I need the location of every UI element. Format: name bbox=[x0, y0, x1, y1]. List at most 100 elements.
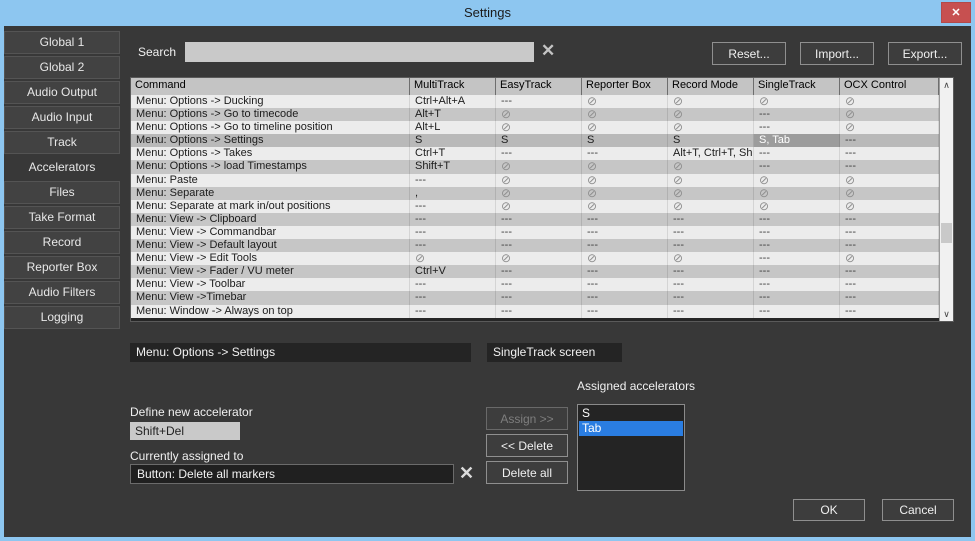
accelerator-cell[interactable]: --- bbox=[582, 147, 668, 160]
accelerator-cell[interactable]: --- bbox=[668, 291, 754, 304]
accelerator-cell[interactable]: Alt+L bbox=[410, 121, 496, 134]
accelerator-cell[interactable]: --- bbox=[754, 252, 840, 265]
accelerator-cell[interactable]: --- bbox=[582, 291, 668, 304]
table-row[interactable]: Menu: View -> Commandbar----------------… bbox=[131, 226, 953, 239]
accelerator-cell[interactable]: ⊘ bbox=[582, 95, 668, 108]
accelerator-cell[interactable]: --- bbox=[754, 121, 840, 134]
accelerator-cell[interactable]: --- bbox=[582, 265, 668, 278]
sidebar-item-take-format[interactable]: Take Format bbox=[4, 206, 120, 229]
accelerator-cell[interactable]: --- bbox=[496, 278, 582, 291]
accelerator-cell[interactable]: Ctrl+T bbox=[410, 147, 496, 160]
ok-button[interactable]: OK bbox=[793, 499, 865, 521]
accelerator-cell[interactable]: --- bbox=[754, 239, 840, 252]
assign-button[interactable]: Assign >> bbox=[486, 407, 568, 430]
accelerator-cell[interactable]: --- bbox=[668, 278, 754, 291]
titlebar[interactable]: Settings ✕ bbox=[0, 0, 975, 26]
accelerator-cell[interactable]: ⊘ bbox=[840, 108, 939, 121]
accelerator-cell[interactable]: S bbox=[496, 134, 582, 147]
accelerator-cell[interactable]: ⊘ bbox=[582, 252, 668, 265]
table-row[interactable]: Menu: Separate at mark in/out positions-… bbox=[131, 200, 953, 213]
clear-assigned-icon[interactable]: ✕ bbox=[459, 463, 474, 484]
accelerator-item[interactable]: S bbox=[579, 406, 683, 421]
accelerator-cell[interactable]: --- bbox=[496, 95, 582, 108]
accelerator-cell[interactable]: --- bbox=[582, 213, 668, 226]
table-row[interactable]: Menu: View -> Clipboard-----------------… bbox=[131, 213, 953, 226]
accelerator-cell[interactable]: --- bbox=[754, 108, 840, 121]
accelerator-cell[interactable]: --- bbox=[496, 239, 582, 252]
table-row[interactable]: Menu: Separate,⊘⊘⊘⊘⊘ bbox=[131, 187, 953, 200]
search-clear-icon[interactable]: ✕ bbox=[541, 41, 555, 61]
table-row[interactable]: Menu: Options -> Go to timecodeAlt+T⊘⊘⊘-… bbox=[131, 108, 953, 121]
accelerator-cell[interactable]: ⊘ bbox=[668, 174, 754, 187]
sidebar-item-global-1[interactable]: Global 1 bbox=[4, 31, 120, 54]
table-row[interactable]: Menu: Options -> Go to timeline position… bbox=[131, 121, 953, 134]
accelerator-cell[interactable]: Ctrl+V bbox=[410, 265, 496, 278]
command-cell[interactable]: Menu: View -> Commandbar bbox=[131, 226, 410, 239]
sidebar-item-audio-output[interactable]: Audio Output bbox=[4, 81, 120, 104]
command-cell[interactable]: Menu: View -> Toolbar bbox=[131, 278, 410, 291]
column-header-singletrack[interactable]: SingleTrack bbox=[754, 78, 840, 95]
accelerator-cell[interactable]: --- bbox=[410, 213, 496, 226]
accelerator-cell[interactable]: S bbox=[410, 134, 496, 147]
accelerator-cell[interactable]: ⊘ bbox=[582, 160, 668, 173]
command-cell[interactable]: Menu: Separate at mark in/out positions bbox=[131, 200, 410, 213]
accelerator-cell[interactable]: ⊘ bbox=[496, 252, 582, 265]
accelerator-cell[interactable]: --- bbox=[840, 160, 939, 173]
accelerator-cell[interactable]: ⊘ bbox=[496, 121, 582, 134]
table-row[interactable]: Menu: Options -> TakesCtrl+T------Alt+T,… bbox=[131, 147, 953, 160]
accelerator-cell[interactable]: --- bbox=[840, 134, 939, 147]
accelerator-cell[interactable]: --- bbox=[840, 305, 939, 318]
accelerator-cell[interactable]: --- bbox=[582, 278, 668, 291]
accelerator-cell[interactable]: --- bbox=[582, 239, 668, 252]
reset-button[interactable]: Reset... bbox=[712, 42, 786, 65]
accelerator-cell[interactable]: ⊘ bbox=[496, 174, 582, 187]
command-cell[interactable]: Menu: View -> Clipboard bbox=[131, 213, 410, 226]
accelerator-cell[interactable]: --- bbox=[410, 200, 496, 213]
accelerator-cell[interactable]: --- bbox=[582, 226, 668, 239]
accelerator-cell[interactable]: S bbox=[668, 134, 754, 147]
command-cell[interactable]: Menu: Options -> Settings bbox=[131, 134, 410, 147]
command-cell[interactable]: Menu: View -> Edit Tools bbox=[131, 252, 410, 265]
accelerator-cell[interactable]: ⊘ bbox=[754, 200, 840, 213]
table-scrollbar[interactable]: ∧ ∨ bbox=[939, 78, 953, 321]
sidebar-item-record[interactable]: Record bbox=[4, 231, 120, 254]
accelerator-cell[interactable]: ⊘ bbox=[668, 160, 754, 173]
accelerator-cell[interactable]: --- bbox=[754, 213, 840, 226]
command-cell[interactable]: Menu: Options -> Takes bbox=[131, 147, 410, 160]
table-row[interactable]: Menu: Options -> load TimestampsShift+T⊘… bbox=[131, 160, 953, 173]
import-button[interactable]: Import... bbox=[800, 42, 874, 65]
table-row[interactable]: Menu: Paste---⊘⊘⊘⊘⊘ bbox=[131, 174, 953, 187]
accelerator-cell[interactable]: ⊘ bbox=[668, 121, 754, 134]
table-row[interactable]: Menu: View -> Default layout------------… bbox=[131, 239, 953, 252]
delete-button[interactable]: << Delete bbox=[486, 434, 568, 457]
command-cell[interactable]: Menu: Options -> Go to timeline position bbox=[131, 121, 410, 134]
accelerator-cell[interactable]: --- bbox=[496, 147, 582, 160]
accelerator-cell[interactable]: ⊘ bbox=[840, 187, 939, 200]
accelerator-cell[interactable]: --- bbox=[840, 147, 939, 160]
accelerator-cell[interactable]: --- bbox=[410, 226, 496, 239]
accelerator-cell[interactable]: --- bbox=[840, 239, 939, 252]
accelerator-cell[interactable]: ⊘ bbox=[754, 95, 840, 108]
accelerator-cell[interactable]: --- bbox=[410, 174, 496, 187]
column-header-reporter-box[interactable]: Reporter Box bbox=[582, 78, 668, 95]
accelerator-cell[interactable]: ⊘ bbox=[840, 95, 939, 108]
accelerator-cell[interactable]: --- bbox=[754, 147, 840, 160]
accelerator-cell[interactable]: ⊘ bbox=[582, 200, 668, 213]
command-cell[interactable]: Menu: Options -> load Timestamps bbox=[131, 160, 410, 173]
column-header-easytrack[interactable]: EasyTrack bbox=[496, 78, 582, 95]
search-input[interactable] bbox=[185, 42, 534, 62]
accelerator-cell[interactable]: ⊘ bbox=[496, 187, 582, 200]
accelerator-cell[interactable]: ⊘ bbox=[582, 174, 668, 187]
accelerator-cell[interactable]: --- bbox=[496, 213, 582, 226]
cancel-button[interactable]: Cancel bbox=[882, 499, 954, 521]
sidebar-item-logging[interactable]: Logging bbox=[4, 306, 120, 329]
accelerator-cell[interactable]: ⊘ bbox=[496, 160, 582, 173]
accelerator-cell[interactable]: --- bbox=[410, 291, 496, 304]
accelerator-cell[interactable]: ⊘ bbox=[754, 187, 840, 200]
table-row[interactable]: Menu: Options -> DuckingCtrl+Alt+A---⊘⊘⊘… bbox=[131, 95, 953, 108]
accelerator-cell[interactable]: ⊘ bbox=[668, 108, 754, 121]
accelerator-cell[interactable]: --- bbox=[668, 226, 754, 239]
accelerator-cell[interactable]: --- bbox=[410, 278, 496, 291]
accelerator-cell[interactable]: ⊘ bbox=[668, 187, 754, 200]
table-row[interactable]: Menu: View -> Fader / VU meterCtrl+V----… bbox=[131, 265, 953, 278]
